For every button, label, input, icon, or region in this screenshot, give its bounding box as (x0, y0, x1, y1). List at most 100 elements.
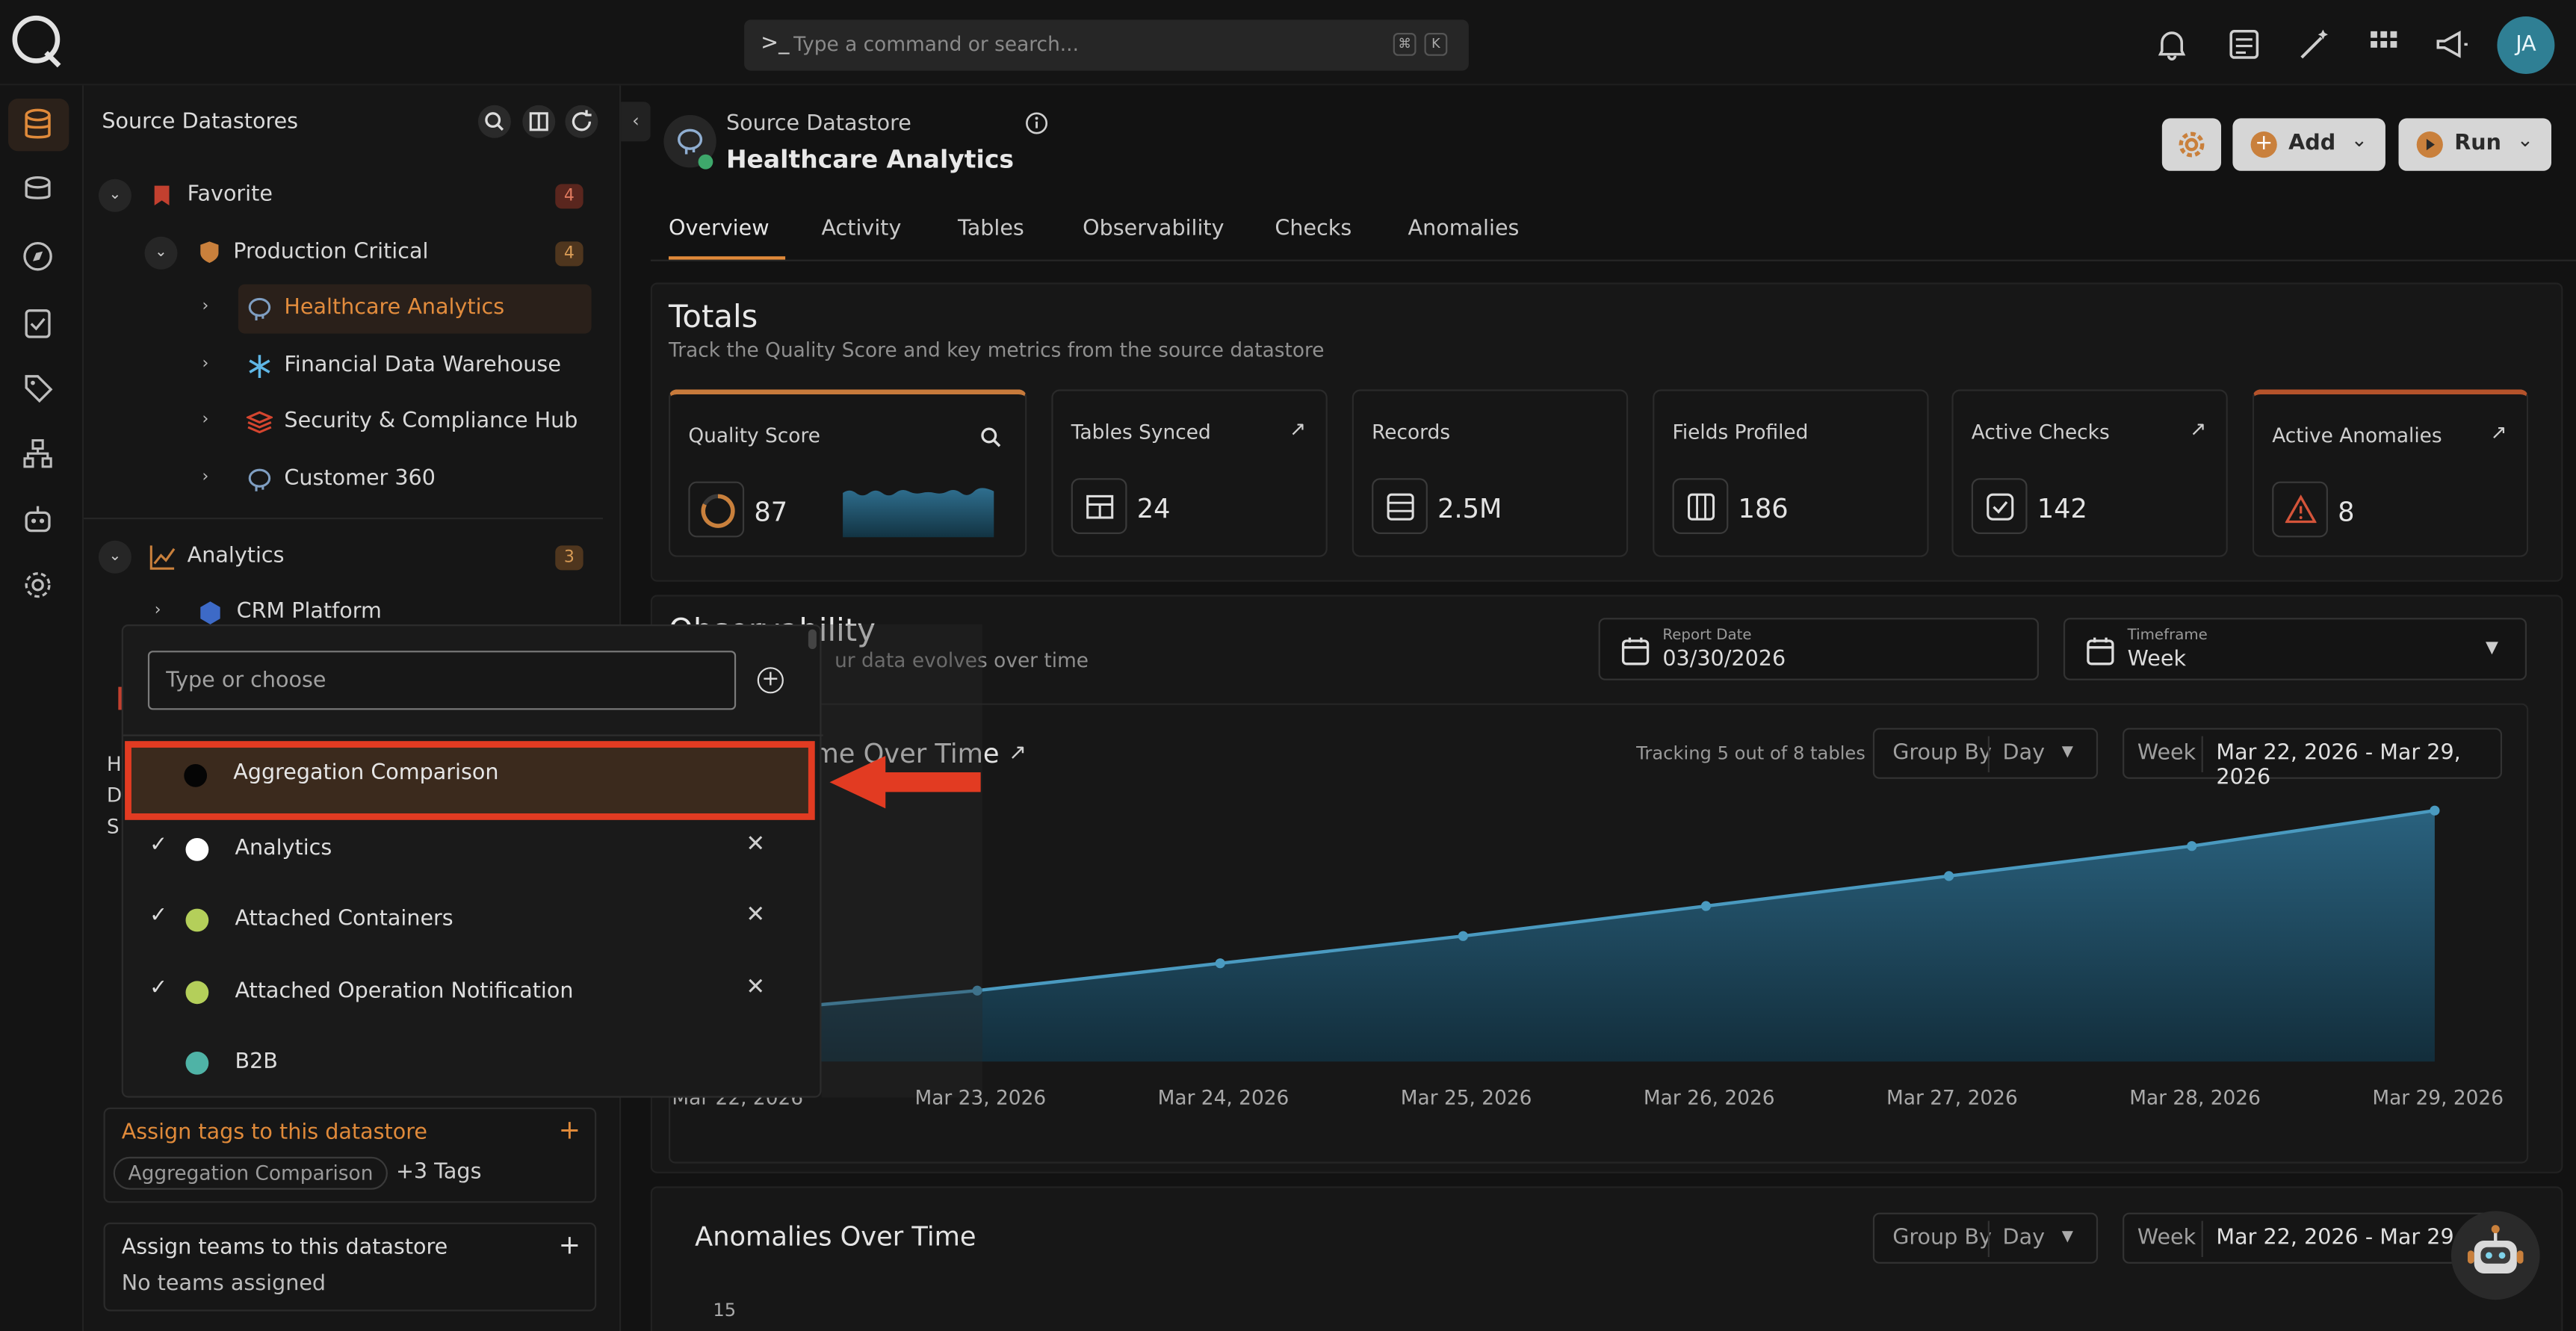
rail-settings[interactable] (8, 559, 69, 611)
anomalies-group-by-select[interactable]: Group By Day ▼ (1872, 1212, 2099, 1264)
tree-item-healthcare-analytics[interactable]: › Healthcare Analytics (192, 284, 592, 334)
data-point[interactable] (1458, 931, 1468, 941)
card-value: 142 (2037, 493, 2087, 524)
tab-overview[interactable]: Overview (669, 217, 770, 241)
tree-group-analytics[interactable]: ⌄ Analytics 3 (98, 533, 592, 582)
info-icon[interactable] (1025, 112, 1048, 135)
tag-option[interactable]: ✓ ✕ Analytics (123, 813, 823, 885)
chevron-down-icon[interactable]: ⌄ (98, 179, 131, 212)
run-button[interactable]: Run ⌄ (2398, 118, 2552, 171)
arrow-up-right-icon[interactable]: ↗ (1009, 741, 1027, 766)
week-range-picker[interactable]: Week Mar 22, 2026 - Mar 29, 2026 (2123, 727, 2503, 790)
left-rail (0, 85, 84, 1331)
tree-search-button[interactable] (477, 105, 511, 138)
popup-scrollbar[interactable] (808, 629, 817, 649)
rail-agents[interactable] (8, 493, 69, 545)
settings-button[interactable] (2161, 118, 2222, 171)
card-label: Active Anomalies (2272, 424, 2442, 447)
rail-explore[interactable] (8, 230, 69, 282)
tag-chip[interactable]: Aggregation Comparison (113, 1156, 388, 1190)
week-label: Week (2137, 1226, 2196, 1251)
quality-sparkline (843, 488, 994, 538)
quality-score-card[interactable]: Quality Score 87 (668, 389, 1027, 557)
arrow-up-right-icon[interactable]: ↗ (2190, 418, 2206, 441)
chevron-right-icon[interactable]: › (202, 297, 208, 315)
report-date-field[interactable]: Report Date 03/30/2026 (1598, 618, 2039, 680)
rail-enrichment[interactable] (8, 164, 69, 217)
layout-icon (529, 112, 548, 131)
tag-option[interactable]: ✓ ✕ Attached Containers (123, 884, 823, 957)
chevron-right-icon[interactable]: › (155, 601, 161, 619)
megaphone-icon[interactable] (2433, 26, 2469, 62)
timeframe-select[interactable]: Timeframe Week ▼ (2063, 618, 2527, 680)
highlighted-option-label[interactable]: Aggregation Comparison (233, 761, 498, 786)
arrow-up-right-icon[interactable]: ↗ (2491, 421, 2507, 444)
tree-item-customer-360[interactable]: › Customer 360 (192, 455, 591, 504)
group-by-value: Day (2002, 741, 2046, 766)
calendar-icon (2087, 637, 2114, 666)
tag-option[interactable]: B2B (123, 1027, 823, 1099)
popup-shadow (821, 624, 982, 1098)
tab-activity[interactable]: Activity (821, 217, 901, 241)
tree-item-financial-data-warehouse[interactable]: › Financial Data Warehouse (192, 342, 591, 391)
data-point[interactable] (2187, 841, 2197, 851)
divider (123, 734, 823, 736)
active-anomalies-card[interactable]: Active Anomalies ↗ 8 (2252, 389, 2529, 557)
tables-synced-card[interactable]: Tables Synced ↗ 24 (1051, 389, 1328, 557)
tab-tables[interactable]: Tables (958, 217, 1024, 241)
arrow-up-right-icon[interactable]: ↗ (1289, 418, 1306, 441)
active-checks-card[interactable]: Active Checks ↗ 142 (1951, 389, 2228, 557)
checkmark-icon: ✓ (149, 904, 168, 928)
tabs-divider (650, 259, 2576, 261)
app-logo-icon[interactable] (10, 13, 66, 69)
add-circle-icon[interactable]: + (757, 667, 784, 694)
tree-refresh-button[interactable] (565, 105, 598, 138)
chevron-right-icon[interactable]: › (202, 468, 208, 486)
chevron-down-icon[interactable]: ⌄ (98, 540, 131, 574)
data-point[interactable] (1700, 901, 1712, 911)
apps-grid-icon[interactable] (2366, 26, 2402, 62)
tab-observability[interactable]: Observability (1083, 217, 1224, 241)
card-label: Tables Synced (1071, 421, 1211, 444)
rail-tags[interactable] (8, 362, 69, 414)
group-by-select[interactable]: Group By Day ▼ (1872, 727, 2099, 779)
tab-checks[interactable]: Checks (1275, 217, 1352, 241)
tracking-text: Tracking 5 out of 8 tables (1636, 742, 1866, 764)
chevron-right-icon[interactable]: › (202, 411, 208, 429)
chevron-right-icon[interactable]: › (202, 355, 208, 373)
rail-datastores[interactable] (7, 99, 69, 152)
add-tag-plus-icon[interactable]: + (559, 1114, 580, 1146)
line-chart-icon (149, 545, 176, 570)
magic-wand-icon[interactable] (2297, 26, 2332, 62)
tag-search-input[interactable] (147, 651, 737, 710)
week-label: Week (2137, 741, 2196, 766)
data-point[interactable] (2430, 805, 2440, 816)
document-icon[interactable] (2226, 26, 2262, 62)
remove-icon[interactable]: ✕ (746, 974, 765, 1000)
tree-group-production-critical[interactable]: ⌄ Production Critical 4 (144, 229, 592, 278)
tab-anomalies[interactable]: Anomalies (1408, 217, 1520, 241)
tree-item-security-compliance-hub[interactable]: › Security & Compliance Hub (192, 397, 591, 447)
rail-checks[interactable] (8, 296, 69, 348)
chevron-down-icon[interactable]: ⌄ (144, 236, 178, 270)
collapse-panel-button[interactable]: ‹ (621, 102, 651, 142)
tree-layout-button[interactable] (522, 105, 556, 138)
anomalies-week-range-picker[interactable]: Week Mar 22, 2026 - Mar 29, 20 (2123, 1212, 2503, 1264)
add-team-plus-icon[interactable]: + (559, 1229, 580, 1261)
remove-icon[interactable]: ✕ (746, 831, 765, 857)
command-search[interactable]: >_ Type a command or search... ⌘ K (744, 19, 1469, 71)
bell-icon[interactable] (2154, 26, 2190, 62)
data-point[interactable] (1215, 958, 1225, 969)
tree-label: Customer 360 (284, 466, 436, 491)
more-tags[interactable]: +3 Tags (396, 1160, 482, 1185)
data-point[interactable] (1944, 871, 1954, 881)
rail-hierarchy[interactable] (8, 427, 69, 480)
add-button[interactable]: + Add ⌄ (2232, 118, 2385, 171)
assistant-bot-button[interactable] (2450, 1211, 2540, 1300)
search-icon[interactable] (979, 426, 1003, 449)
terminal-icon: >_ (761, 31, 790, 56)
tree-group-favorite[interactable]: ⌄ Favorite 4 (98, 171, 592, 220)
user-avatar[interactable]: JA (2497, 16, 2555, 74)
remove-icon[interactable]: ✕ (746, 902, 765, 928)
tag-option[interactable]: ✓ ✕ Attached Operation Notification (123, 955, 823, 1028)
